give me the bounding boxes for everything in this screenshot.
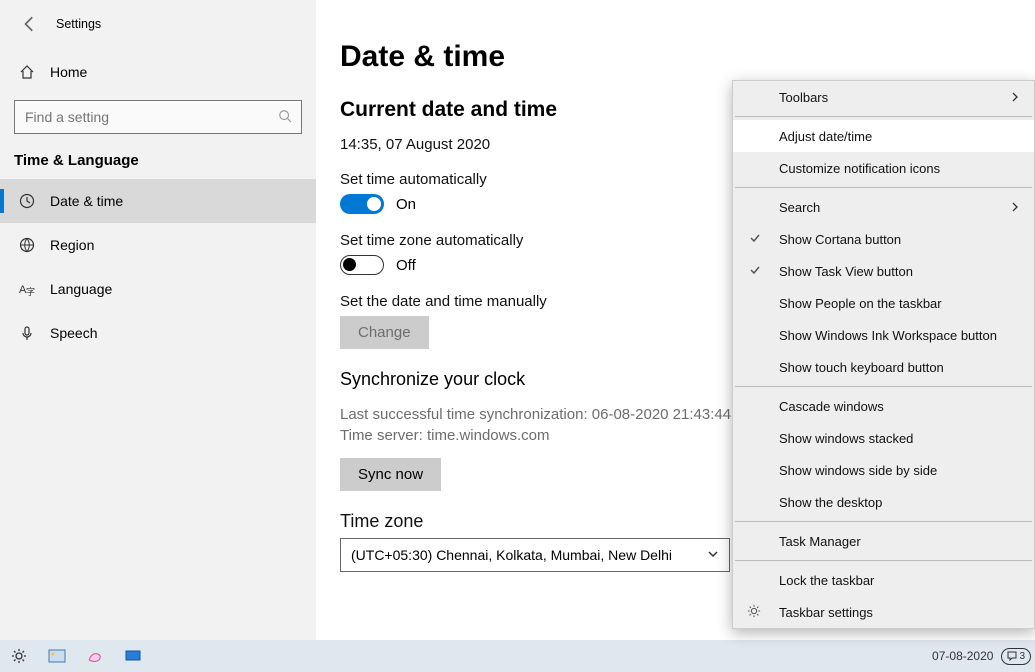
timezone-value: (UTC+05:30) Chennai, Kolkata, Mumbai, Ne… [351,547,672,563]
start-button[interactable] [0,640,38,672]
sidebar-item-label: Region [50,237,94,253]
sidebar-item-speech[interactable]: Speech [0,311,316,355]
menu-item[interactable]: Toolbars [733,81,1034,113]
paint-icon [86,648,104,664]
menu-item[interactable]: Task Manager [733,525,1034,557]
check-icon [749,264,761,279]
toggle-state: Off [396,257,416,274]
menu-item[interactable]: Search [733,191,1034,223]
toggle-state: On [396,196,416,213]
sidebar-item-region[interactable]: Region [0,223,316,267]
menu-item-label: Show People on the taskbar [779,296,942,311]
taskbar-app-3[interactable] [114,640,152,672]
menu-item[interactable]: Lock the taskbar [733,564,1034,596]
check-icon [749,232,761,247]
menu-item[interactable]: Taskbar settings [733,596,1034,628]
gear-icon [11,648,27,664]
menu-item-label: Show Windows Ink Workspace button [779,328,997,343]
search-icon [278,109,292,126]
gear-icon [747,604,761,621]
category-heading: Time & Language [0,144,316,179]
menu-item[interactable]: Adjust date/time [733,120,1034,152]
menu-item-label: Search [779,200,820,215]
picture-icon [48,649,66,663]
menu-item-label: Show windows stacked [779,431,913,446]
menu-item-label: Lock the taskbar [779,573,874,588]
menu-item-label: Taskbar settings [779,605,873,620]
sidebar-item-label: Speech [50,325,97,341]
menu-item-label: Task Manager [779,534,861,549]
home-label: Home [50,64,87,80]
set-time-auto-toggle[interactable] [340,194,384,214]
menu-item-label: Cascade windows [779,399,884,414]
sidebar-item-language[interactable]: A字 Language [0,267,316,311]
menu-separator [735,187,1032,188]
menu-item[interactable]: Show Windows Ink Workspace button [733,319,1034,351]
taskbar-app-1[interactable] [38,640,76,672]
menu-item-label: Show the desktop [779,495,882,510]
sidebar-item-label: Language [50,281,112,297]
sidebar-item-date-time[interactable]: Date & time [0,179,316,223]
arrow-left-icon [21,15,39,33]
menu-item[interactable]: Show touch keyboard button [733,351,1034,383]
menu-item[interactable]: Show Cortana button [733,223,1034,255]
menu-item[interactable]: Show the desktop [733,486,1034,518]
taskbar-date[interactable]: 07-08-2020 [932,649,993,663]
monitor-icon [124,649,142,663]
sidebar-item-label: Date & time [50,193,123,209]
set-tz-auto-toggle[interactable] [340,255,384,275]
svg-text:字: 字 [26,286,35,297]
page-title: Date & time [340,40,1035,74]
notification-badge[interactable]: 3 [1001,648,1031,665]
change-button: Change [340,316,429,349]
app-title: Settings [56,17,101,31]
menu-separator [735,521,1032,522]
sync-now-button[interactable]: Sync now [340,458,441,491]
menu-item[interactable]: Cascade windows [733,390,1034,422]
menu-item[interactable]: Show Task View button [733,255,1034,287]
menu-separator [735,560,1032,561]
menu-item-label: Show Task View button [779,264,913,279]
back-button[interactable] [18,12,42,36]
menu-item-label: Show Cortana button [779,232,901,247]
menu-item[interactable]: Show windows stacked [733,422,1034,454]
taskbar-context-menu: Toolbars Adjust date/time Customize notifi… [732,80,1035,629]
menu-item-label: Toolbars [779,90,828,105]
language-icon: A字 [18,280,36,298]
search-input[interactable] [14,100,302,134]
chevron-down-icon [707,547,719,563]
menu-item-label: Show touch keyboard button [779,360,944,375]
menu-item-label: Customize notification icons [779,161,940,176]
settings-sidebar: Settings Home Time & Language Date & tim… [0,0,316,640]
mic-icon [18,324,36,342]
menu-item[interactable]: Show People on the taskbar [733,287,1034,319]
menu-item-label: Adjust date/time [779,129,872,144]
taskbar[interactable]: 07-08-2020 3 [0,640,1035,672]
menu-item[interactable]: Customize notification icons [733,152,1034,184]
home-nav[interactable]: Home [0,52,316,92]
menu-separator [735,116,1032,117]
chevron-right-icon [1010,90,1020,105]
chat-icon [1007,651,1017,661]
home-icon [18,63,36,81]
menu-item[interactable]: Show windows side by side [733,454,1034,486]
menu-separator [735,386,1032,387]
timezone-select[interactable]: (UTC+05:30) Chennai, Kolkata, Mumbai, Ne… [340,538,730,572]
chevron-right-icon [1010,200,1020,215]
taskbar-app-2[interactable] [76,640,114,672]
menu-item-label: Show windows side by side [779,463,937,478]
globe-icon [18,236,36,254]
clock-icon [18,192,36,210]
